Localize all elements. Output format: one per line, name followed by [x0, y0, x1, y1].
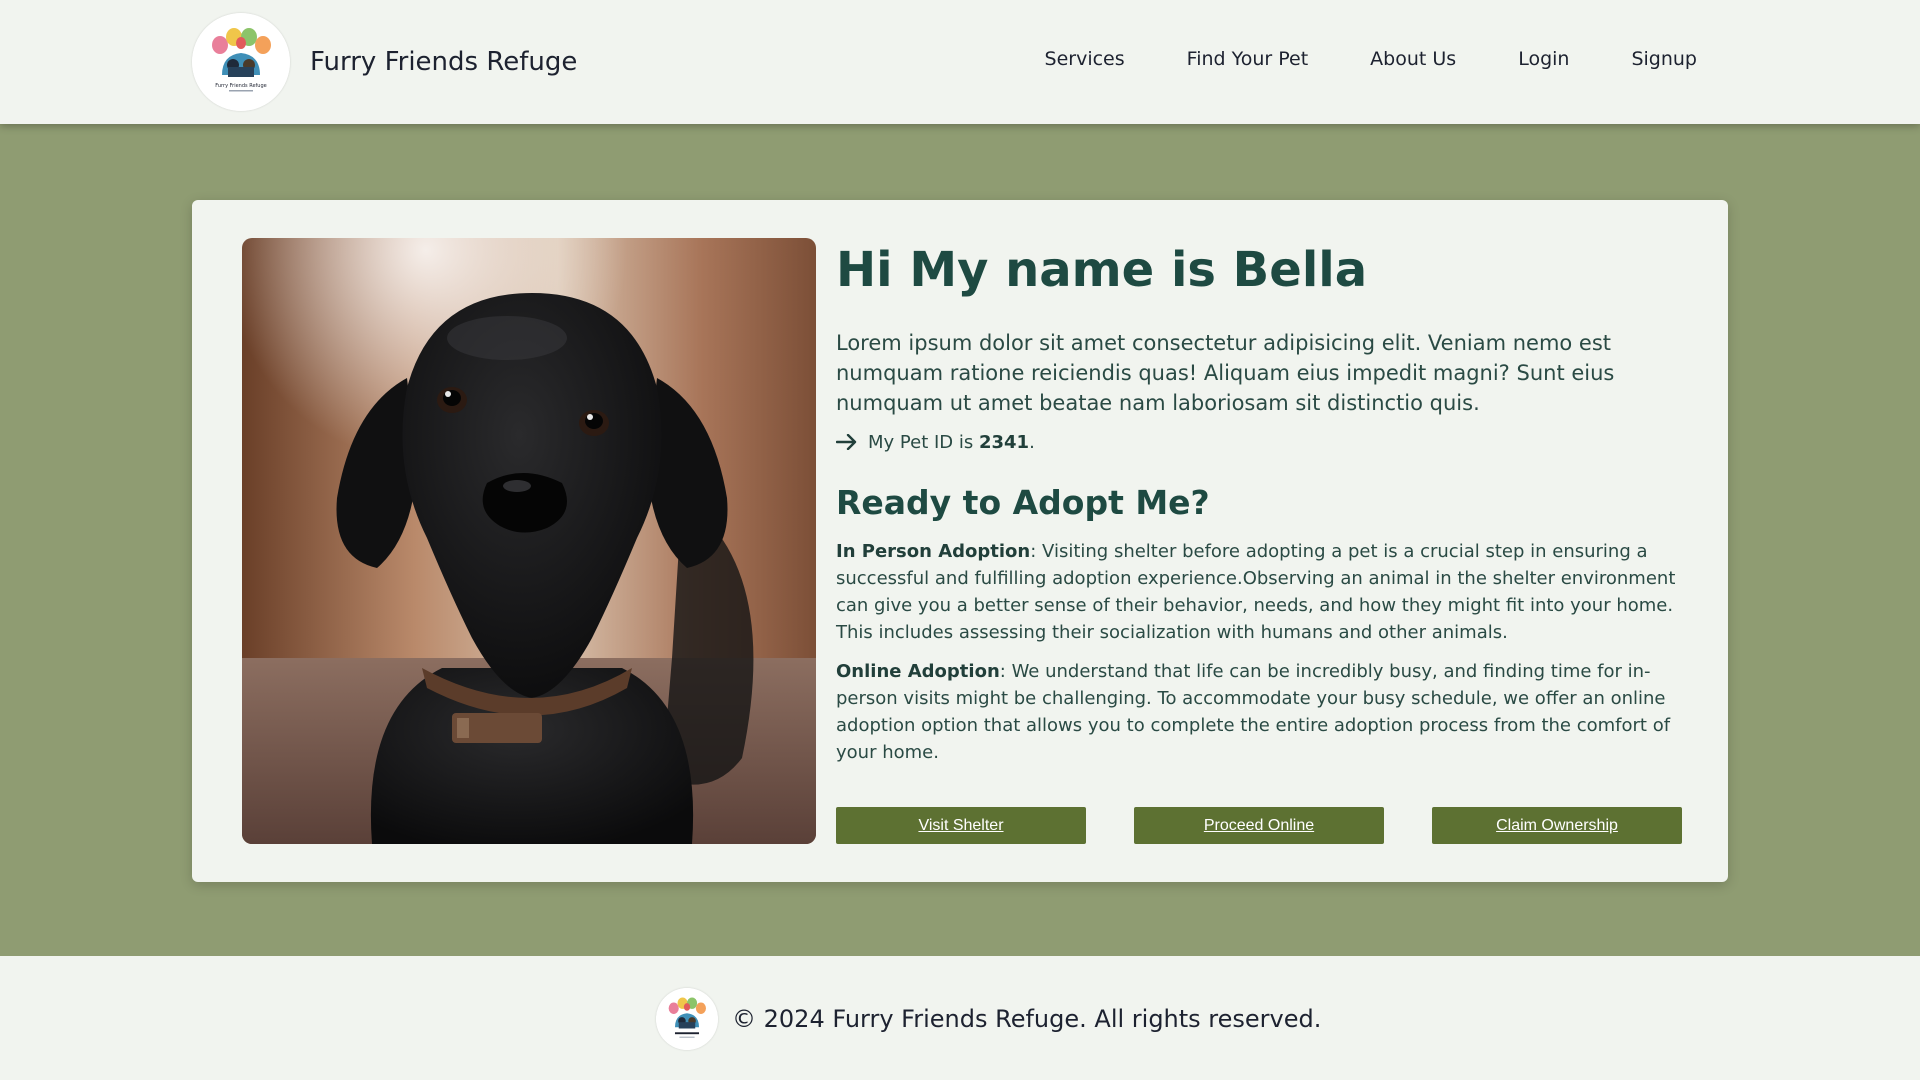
proceed-online-button[interactable]: Proceed Online	[1134, 807, 1384, 844]
brand-title[interactable]: Furry Friends Refuge	[310, 47, 577, 77]
site-footer: © 2024 Furry Friends Refuge. All rights …	[0, 956, 1920, 1080]
logo[interactable]: Furry Friends Refuge	[192, 13, 290, 111]
nav-services[interactable]: Services	[1045, 48, 1125, 70]
paw-logo-icon: Furry Friends Refuge	[192, 13, 290, 111]
footer-content: © 2024 Furry Friends Refuge. All rights …	[656, 988, 1321, 1050]
brand[interactable]: Furry Friends Refuge Furry Friends Refug…	[192, 13, 577, 111]
visit-shelter-button[interactable]: Visit Shelter	[836, 807, 1086, 844]
adopt-title: Ready to Adopt Me?	[836, 482, 1210, 522]
logo-caption: Furry Friends Refuge	[215, 83, 266, 89]
pet-id-line: My Pet ID is 2341.	[836, 432, 1686, 453]
pet-photo	[242, 238, 816, 844]
online-adoption-paragraph: Online Adoption: We understand that life…	[836, 658, 1686, 766]
pet-id-prefix: My Pet ID is	[868, 431, 974, 453]
in-person-adoption-paragraph: In Person Adoption: Visiting shelter bef…	[836, 538, 1686, 646]
pet-name-heading: Hi My name is Bella	[836, 242, 1368, 298]
main-nav: Services Find Your Pet About Us Login Si…	[983, 48, 1697, 70]
nav-signup[interactable]: Signup	[1631, 48, 1697, 70]
pet-details: Hi My name is Bella Lorem ipsum dolor si…	[836, 238, 1686, 766]
pet-description: Lorem ipsum dolor sit amet consectetur a…	[836, 330, 1615, 415]
nav-login[interactable]: Login	[1518, 48, 1569, 70]
arrow-right-icon	[836, 434, 857, 451]
in-person-adoption-label: In Person Adoption	[836, 540, 1031, 562]
paw-logo-icon	[656, 988, 718, 1050]
pet-profile-card: Hi My name is Bella Lorem ipsum dolor si…	[192, 200, 1728, 882]
black-labrador-photo-icon	[242, 238, 816, 844]
nav-about-us[interactable]: About Us	[1370, 48, 1456, 70]
nav-find-your-pet[interactable]: Find Your Pet	[1187, 48, 1309, 70]
site-header: Furry Friends Refuge Furry Friends Refug…	[0, 0, 1920, 124]
action-buttons: Visit Shelter Proceed Online Claim Owner…	[836, 807, 1682, 844]
pet-id-value: 2341	[978, 431, 1030, 453]
claim-ownership-button[interactable]: Claim Ownership	[1432, 807, 1682, 844]
online-adoption-label: Online Adoption	[836, 660, 1000, 682]
footer-logo	[656, 988, 718, 1050]
pet-id-suffix: .	[1029, 431, 1035, 453]
copyright-text: © 2024 Furry Friends Refuge. All rights …	[732, 1005, 1322, 1033]
